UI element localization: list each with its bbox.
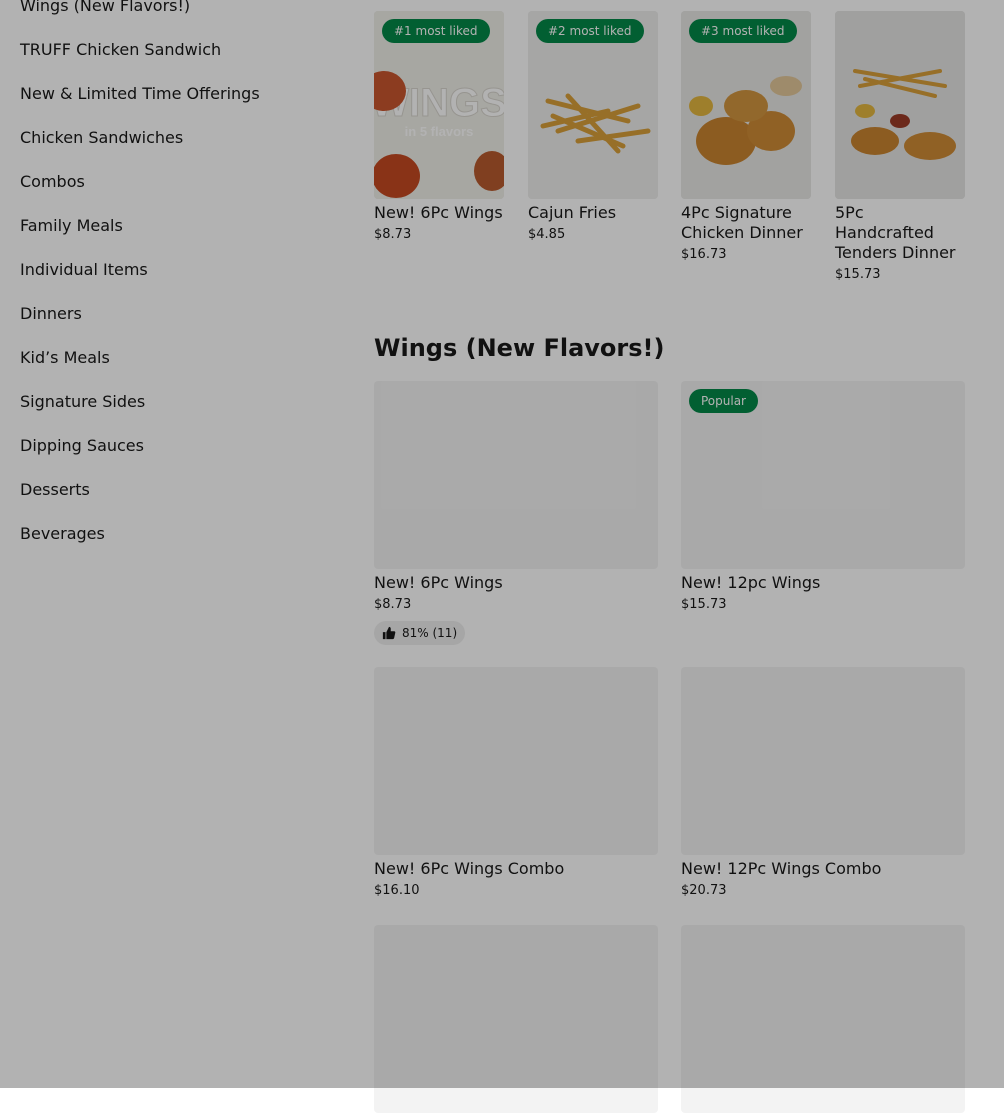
modal-overlay[interactable] (0, 0, 1004, 1088)
